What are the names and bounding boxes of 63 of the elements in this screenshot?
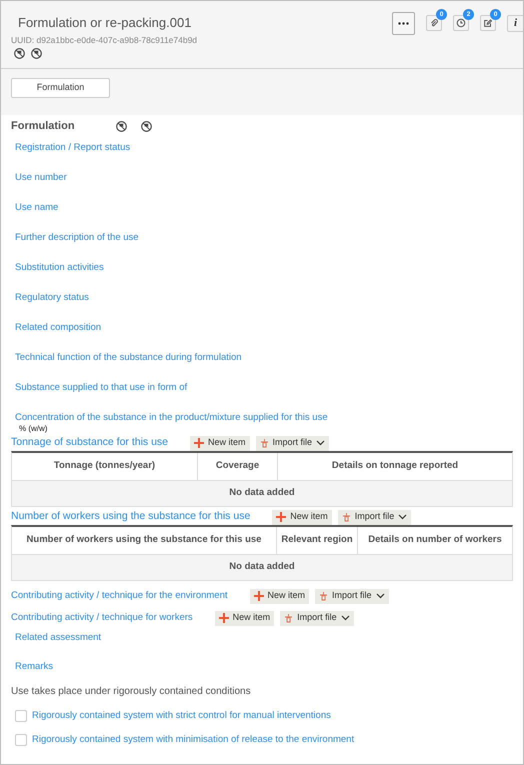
plus-icon	[218, 613, 229, 623]
field-label[interactable]: Regulatory status	[15, 292, 513, 304]
question-text: Use takes place under rigorously contained conditions	[11, 685, 252, 699]
import-file-button[interactable]: Import file	[315, 588, 389, 604]
field-label[interactable]: Substitution activities	[15, 262, 513, 274]
new-item-button[interactable]: New item	[190, 436, 250, 450]
flag-icon	[14, 48, 25, 59]
uuid-text: UUID: d92a1bbc-e0de-407c-a9b8-78c911e74b9d	[11, 34, 198, 46]
section-heading: Formulation	[11, 118, 76, 134]
field-label[interactable]: Concentration of the substance in the product/mixture supplied for this use	[15, 412, 513, 424]
field-label[interactable]: Substance supplied to that use in form of	[15, 382, 513, 394]
note-icon	[483, 18, 493, 28]
new-item-button[interactable]: New item	[250, 588, 310, 604]
badge-button[interactable]	[480, 15, 496, 31]
record-title: Formulation or re-packing.001	[17, 14, 192, 32]
chevron-down-icon	[340, 615, 350, 621]
flag-icon	[116, 120, 127, 132]
empty-row: No data added	[12, 554, 512, 580]
chevron-down-icon	[376, 593, 385, 599]
import-file-button[interactable]: Import file	[338, 510, 412, 524]
info-button[interactable]: i	[507, 15, 523, 32]
import-icon	[342, 512, 351, 522]
section-tab[interactable]: Formulation	[11, 78, 110, 98]
import-file-button[interactable]: Import file	[280, 610, 354, 626]
flag-icon	[141, 120, 152, 132]
import-icon	[319, 591, 328, 601]
table-heading[interactable]: Number of workers using the substance for this use	[11, 509, 250, 525]
field-label[interactable]: Further description of the use	[15, 232, 513, 244]
field-label[interactable]: Registration / Report status	[15, 142, 513, 154]
column-header: Details on tonnage reported	[330, 459, 460, 474]
column-header: Details on number of workers	[367, 533, 503, 548]
table-heading[interactable]: Tonnage of substance for this use	[11, 435, 168, 451]
paperclip-icon	[429, 18, 439, 28]
import-file-button[interactable]: Import file	[256, 436, 330, 450]
field-label[interactable]: Technical function of the substance during formulation	[15, 352, 513, 364]
repeatable-heading[interactable]: Contributing activity / technique for workers	[11, 610, 193, 626]
checkbox-label[interactable]: Rigorously contained system with strict control for manual interventions	[32, 709, 331, 724]
more-button[interactable]	[392, 12, 415, 35]
clock-icon	[456, 18, 466, 28]
chevron-down-icon	[316, 440, 326, 446]
plus-icon	[254, 591, 264, 601]
flag-icon	[31, 48, 42, 59]
more-icon	[398, 22, 409, 25]
field-label[interactable]: Remarks	[15, 661, 513, 673]
checkbox[interactable]	[15, 734, 27, 746]
repeatable-heading[interactable]: Contributing activity / technique for the environment	[11, 588, 228, 604]
field-label[interactable]: Use name	[15, 202, 513, 214]
new-item-button[interactable]: New item	[214, 610, 274, 626]
import-icon	[260, 438, 269, 448]
field-value: % (w/w)	[18, 424, 48, 434]
field-label[interactable]: Related composition	[15, 322, 513, 334]
plus-icon	[276, 512, 286, 522]
checkbox-label[interactable]: Rigorously contained system with minimisation of release to the environment	[32, 733, 354, 748]
field-label[interactable]: Use number	[15, 172, 513, 184]
field-label[interactable]: Related assessment	[15, 632, 513, 644]
checkbox[interactable]	[15, 710, 27, 722]
new-item-button[interactable]: New item	[272, 510, 332, 524]
empty-row: No data added	[12, 480, 512, 506]
plus-icon	[194, 438, 204, 448]
badge-button[interactable]	[426, 15, 442, 31]
badge-button[interactable]	[453, 15, 469, 31]
chevron-down-icon	[398, 514, 408, 520]
import-icon	[284, 613, 294, 623]
